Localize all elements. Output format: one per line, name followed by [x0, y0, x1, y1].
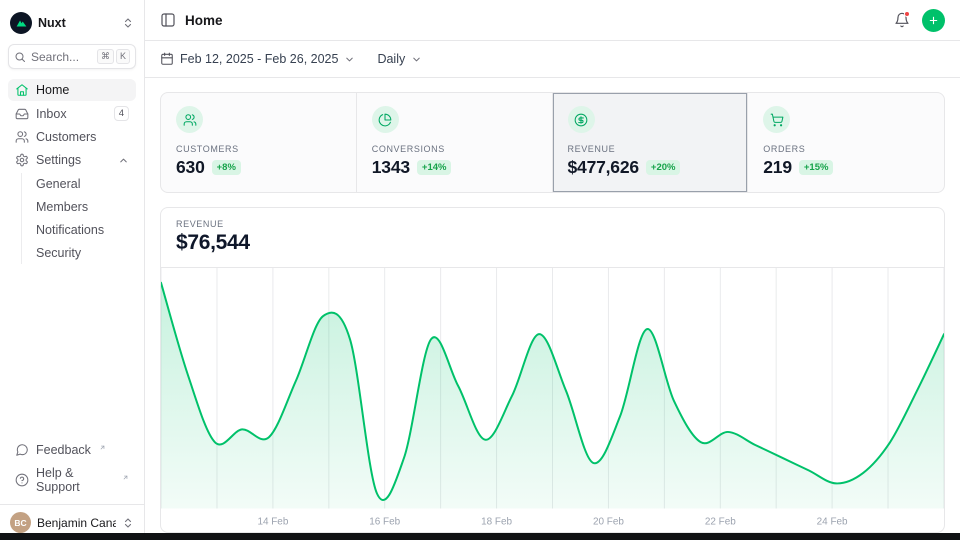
- stat-label: ORDERS: [763, 144, 929, 154]
- chevron-select-icon: [122, 517, 134, 529]
- stat-label: REVENUE: [568, 144, 733, 154]
- stat-value: 630: [176, 157, 205, 178]
- chevron-down-icon: [411, 54, 422, 65]
- search-shortcut: ⌘ K: [97, 49, 130, 64]
- chart-metric-value: $76,544: [176, 231, 929, 255]
- delta-badge: +20%: [646, 160, 681, 175]
- sidebar-toggle-button[interactable]: [160, 12, 176, 28]
- sidebar-item-customers[interactable]: Customers: [8, 126, 136, 148]
- stat-card-orders[interactable]: ORDERS 219 +15%: [748, 93, 944, 192]
- sidebar-item-label: Home: [36, 83, 69, 97]
- svg-text:22 Feb: 22 Feb: [705, 516, 736, 527]
- external-link-icon: [99, 444, 106, 451]
- svg-text:18 Feb: 18 Feb: [481, 516, 512, 527]
- window-bottom-edge: [0, 533, 960, 540]
- calendar-icon: [160, 52, 174, 66]
- page-title: Home: [185, 13, 223, 28]
- svg-text:14 Feb: 14 Feb: [257, 516, 288, 527]
- stats-row: CUSTOMERS 630 +8% CONVERSIONS 1343 +14%: [160, 92, 945, 193]
- users-icon: [176, 106, 203, 133]
- stat-value: 1343: [372, 157, 410, 178]
- stat-value: 219: [763, 157, 792, 178]
- sidebar: Nuxt Search... ⌘ K Home: [0, 0, 145, 540]
- workspace-name: Nuxt: [38, 16, 116, 30]
- topbar-actions: [894, 9, 945, 32]
- circle-dollar-icon: [568, 106, 595, 133]
- main-area: Home Feb 12, 2025 - Feb 26, 2025: [145, 0, 960, 540]
- sidebar-item-members[interactable]: Members: [29, 196, 136, 218]
- search-placeholder: Search...: [31, 50, 79, 64]
- help-support-link[interactable]: Help & Support: [8, 462, 136, 498]
- chevron-down-icon: [344, 54, 355, 65]
- app-root: Nuxt Search... ⌘ K Home: [0, 0, 960, 540]
- delta-badge: +8%: [212, 160, 241, 175]
- footer-item-label: Help & Support: [36, 466, 114, 494]
- nuxt-logo-icon: [10, 12, 32, 34]
- help-circle-icon: [15, 473, 29, 487]
- svg-text:16 Feb: 16 Feb: [369, 516, 400, 527]
- filter-bar: Feb 12, 2025 - Feb 26, 2025 Daily: [145, 41, 960, 78]
- granularity-label: Daily: [377, 52, 405, 66]
- sidebar-item-security[interactable]: Security: [29, 242, 136, 264]
- stat-card-conversions[interactable]: CONVERSIONS 1343 +14%: [357, 93, 553, 192]
- chevron-select-icon: [122, 17, 134, 29]
- stat-card-customers[interactable]: CUSTOMERS 630 +8%: [161, 93, 357, 192]
- sidebar-nav: Home Inbox 4 Customers Settings: [8, 79, 136, 265]
- delta-badge: +15%: [799, 160, 834, 175]
- sidebar-item-notifications[interactable]: Notifications: [29, 219, 136, 241]
- sidebar-footer: Feedback Help & Support: [8, 439, 136, 504]
- chart-pie-icon: [372, 106, 399, 133]
- panel-left-icon: [160, 12, 176, 28]
- sidebar-item-inbox[interactable]: Inbox 4: [8, 102, 136, 125]
- footer-item-label: Feedback: [36, 443, 91, 457]
- svg-text:24 Feb: 24 Feb: [817, 516, 848, 527]
- chart-header: REVENUE $76,544: [161, 208, 944, 268]
- revenue-chart-card: REVENUE $76,544 14 Feb 16 Feb 18 Feb 20 Feb…: [160, 207, 945, 533]
- svg-text:20 Feb: 20 Feb: [593, 516, 624, 527]
- sidebar-item-general[interactable]: General: [29, 173, 136, 195]
- avatar: BC: [10, 512, 31, 533]
- workspace-switcher[interactable]: Nuxt: [8, 8, 136, 38]
- kbd-k: K: [116, 49, 130, 64]
- topbar: Home: [145, 0, 960, 41]
- sidebar-item-settings[interactable]: Settings: [8, 149, 136, 171]
- home-icon: [15, 83, 29, 97]
- chevron-up-icon: [118, 155, 129, 166]
- plus-icon: [928, 14, 939, 27]
- chart-metric-label: REVENUE: [176, 219, 929, 229]
- settings-children: General Members Notifications Security: [21, 173, 136, 264]
- granularity-select[interactable]: Daily: [377, 52, 422, 66]
- gear-icon: [15, 153, 29, 167]
- search-input[interactable]: Search... ⌘ K: [8, 44, 136, 69]
- sidebar-item-label: Inbox: [36, 107, 67, 121]
- search-icon: [14, 51, 26, 63]
- content: CUSTOMERS 630 +8% CONVERSIONS 1343 +14%: [145, 78, 960, 540]
- users-icon: [15, 130, 29, 144]
- notification-dot: [904, 11, 910, 17]
- revenue-chart: 14 Feb 16 Feb 18 Feb 20 Feb 22 Feb 24 Feb: [161, 268, 944, 532]
- stat-value: $477,626: [568, 157, 639, 178]
- kbd-meta: ⌘: [97, 49, 114, 64]
- date-range-label: Feb 12, 2025 - Feb 26, 2025: [180, 52, 338, 66]
- sidebar-item-home[interactable]: Home: [8, 79, 136, 101]
- message-bubble-icon: [15, 443, 29, 457]
- sidebar-item-label: Settings: [36, 153, 81, 167]
- stat-label: CUSTOMERS: [176, 144, 341, 154]
- inbox-count-badge: 4: [114, 106, 129, 121]
- user-name: Benjamin Canac: [37, 516, 116, 530]
- external-link-icon: [122, 474, 129, 481]
- sidebar-item-label: Customers: [36, 130, 96, 144]
- inbox-icon: [15, 107, 29, 121]
- stat-card-revenue[interactable]: REVENUE $477,626 +20%: [553, 93, 749, 192]
- delta-badge: +14%: [417, 160, 452, 175]
- add-button[interactable]: [922, 9, 945, 32]
- shopping-cart-icon: [763, 106, 790, 133]
- date-range-picker[interactable]: Feb 12, 2025 - Feb 26, 2025: [160, 52, 355, 66]
- notifications-button[interactable]: [894, 12, 910, 28]
- feedback-link[interactable]: Feedback: [8, 439, 136, 461]
- stat-label: CONVERSIONS: [372, 144, 537, 154]
